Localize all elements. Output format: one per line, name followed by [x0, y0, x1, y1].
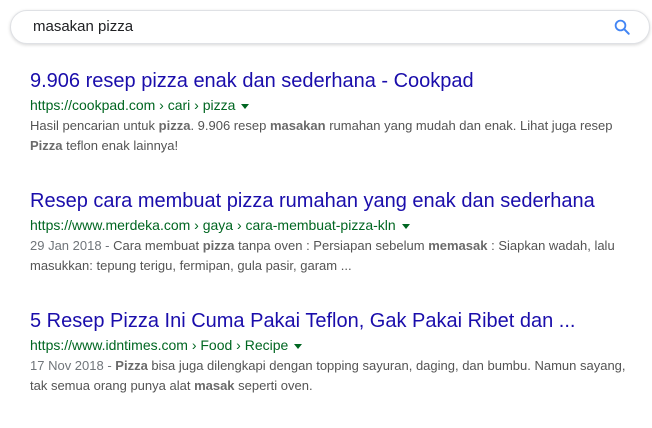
search-bar[interactable] — [10, 10, 650, 44]
snippet-highlight: Pizza — [30, 138, 63, 153]
dropdown-arrow-icon[interactable] — [294, 343, 303, 349]
dropdown-arrow-icon[interactable] — [241, 103, 250, 109]
search-result: 9.906 resep pizza enak dan sederhana - C… — [30, 68, 642, 188]
search-result: 5 Resep Pizza Ini Cuma Pakai Teflon, Gak… — [30, 308, 642, 428]
result-url-row: https://www.merdeka.com › gaya › cara-me… — [30, 215, 642, 235]
snippet-highlight: masakan — [269, 118, 326, 133]
snippet-text: teflon enak lainnya! — [62, 138, 179, 153]
snippet-highlight: pizza — [202, 238, 235, 253]
snippet-text: rumahan yang mudah dan enak. Lihat juga … — [325, 118, 613, 133]
result-url-row: https://cookpad.com › cari › pizza — [30, 95, 642, 115]
result-title-link[interactable]: 5 Resep Pizza Ini Cuma Pakai Teflon, Gak… — [30, 308, 642, 334]
search-results: 9.906 resep pizza enak dan sederhana - C… — [30, 68, 642, 428]
result-date: 17 Nov 2018 - — [30, 358, 116, 373]
snippet-text: Hasil pencarian untuk — [30, 118, 159, 133]
result-url: https://www.merdeka.com › gaya › cara-me… — [30, 217, 396, 233]
snippet-text: tanpa oven : Persiapan sebelum — [234, 238, 429, 253]
snippet-highlight: Pizza — [115, 358, 148, 373]
result-snippet: 17 Nov 2018 - Pizza bisa juga dilengkapi… — [30, 356, 642, 396]
search-icon[interactable] — [613, 18, 631, 36]
result-url: https://cookpad.com › cari › pizza — [30, 97, 236, 113]
snippet-highlight: memasak — [428, 238, 488, 253]
snippet-highlight: pizza — [158, 118, 191, 133]
result-url: https://www.idntimes.com › Food › Recipe — [30, 337, 289, 353]
snippet-highlight: masak — [194, 378, 235, 393]
snippet-text: Cara membuat — [113, 238, 203, 253]
result-date: 29 Jan 2018 - — [30, 238, 114, 253]
dropdown-arrow-icon[interactable] — [401, 223, 410, 229]
search-input[interactable] — [33, 11, 593, 43]
snippet-text: . 9.906 resep — [190, 118, 270, 133]
result-snippet: Hasil pencarian untuk pizza. 9.906 resep… — [30, 116, 642, 156]
result-snippet: 29 Jan 2018 - Cara membuat pizza tanpa o… — [30, 236, 642, 276]
result-title-link[interactable]: Resep cara membuat pizza rumahan yang en… — [30, 188, 642, 214]
result-title-link[interactable]: 9.906 resep pizza enak dan sederhana - C… — [30, 68, 642, 94]
snippet-text: seperti oven. — [234, 378, 313, 393]
result-url-row: https://www.idntimes.com › Food › Recipe — [30, 335, 642, 355]
search-result: Resep cara membuat pizza rumahan yang en… — [30, 188, 642, 308]
